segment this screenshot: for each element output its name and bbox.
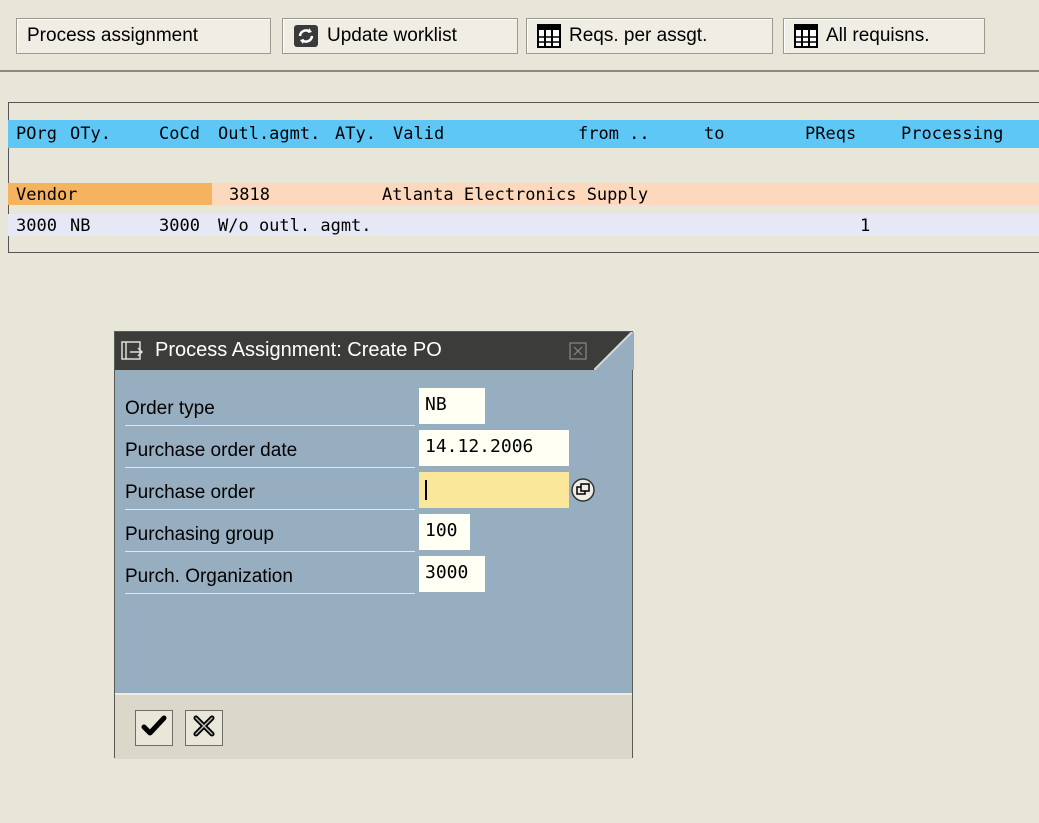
- create-po-dialog: Process Assignment: Create PO Order type…: [114, 331, 634, 759]
- row-porg: 3000: [16, 216, 57, 236]
- vendor-row[interactable]: Vendor 3818 Atlanta Electronics Supply: [8, 183, 1039, 205]
- update-worklist-button[interactable]: Update worklist: [282, 18, 518, 54]
- reqs-per-assgt-button[interactable]: Reqs. per assgt.: [526, 18, 773, 54]
- window-icon: [121, 341, 147, 367]
- all-requisns-button[interactable]: All requisns.: [783, 18, 985, 54]
- value-help-icon[interactable]: [571, 478, 595, 507]
- col-aty[interactable]: ATy.: [335, 124, 376, 144]
- col-porg[interactable]: POrg: [16, 124, 57, 144]
- update-worklist-label: Update worklist: [327, 25, 457, 46]
- vendor-name: Atlanta Electronics Supply: [382, 185, 649, 205]
- purch-org-field[interactable]: 3000: [419, 556, 485, 592]
- table-grid-icon: [794, 24, 818, 48]
- vendor-label: Vendor: [16, 185, 78, 205]
- purch-org-label: Purch. Organization: [125, 556, 415, 594]
- process-assignment-label: Process assignment: [27, 25, 199, 46]
- all-requisns-label: All requisns.: [826, 25, 930, 46]
- purchasing-group-label: Purchasing group: [125, 514, 415, 552]
- col-cocd[interactable]: CoCd: [159, 124, 200, 144]
- purchase-order-field[interactable]: [419, 472, 569, 508]
- order-type-field[interactable]: NB: [419, 388, 485, 424]
- cancel-button[interactable]: [185, 710, 223, 746]
- col-preqs[interactable]: PReqs: [805, 124, 856, 144]
- close-icon[interactable]: [569, 342, 587, 366]
- checkmark-icon: [141, 714, 167, 743]
- col-to[interactable]: to: [704, 124, 724, 144]
- row-outl-agmt: W/o outl. agmt.: [218, 216, 372, 236]
- order-type-label: Order type: [125, 388, 415, 426]
- row-oty: NB: [70, 216, 91, 236]
- dialog-footer: [115, 693, 632, 759]
- vendor-number: 3818: [229, 185, 270, 205]
- col-processing[interactable]: Processing: [901, 124, 1003, 144]
- purchase-order-label: Purchase order: [125, 472, 415, 510]
- dialog-title-bar[interactable]: Process Assignment: Create PO: [115, 332, 634, 370]
- col-oty[interactable]: OTy.: [70, 124, 111, 144]
- col-from[interactable]: from ..: [578, 124, 650, 144]
- table-row[interactable]: 3000 NB 3000 W/o outl. agmt. 1: [8, 214, 1039, 236]
- text-cursor: [425, 480, 427, 500]
- table-grid-icon: [537, 24, 561, 48]
- refresh-icon: [293, 24, 319, 48]
- list-header: POrg OTy. CoCd Outl.agmt. ATy. Valid fro…: [8, 120, 1039, 148]
- application-toolbar: Process assignment Update worklist Reqs.…: [0, 0, 1039, 72]
- col-outl-agmt[interactable]: Outl.agmt.: [218, 124, 320, 144]
- row-preqs: 1: [860, 216, 871, 236]
- po-date-label: Purchase order date: [125, 430, 415, 468]
- process-assignment-button[interactable]: Process assignment: [16, 18, 271, 54]
- purchasing-group-field[interactable]: 100: [419, 514, 470, 550]
- confirm-button[interactable]: [135, 710, 173, 746]
- dialog-title: Process Assignment: Create PO: [155, 339, 442, 361]
- row-cocd: 3000: [159, 216, 200, 236]
- reqs-per-assgt-label: Reqs. per assgt.: [569, 25, 708, 46]
- col-valid[interactable]: Valid: [393, 124, 444, 144]
- cancel-icon: [192, 714, 216, 743]
- title-corner-decoration: [594, 332, 634, 370]
- po-date-field[interactable]: 14.12.2006: [419, 430, 569, 466]
